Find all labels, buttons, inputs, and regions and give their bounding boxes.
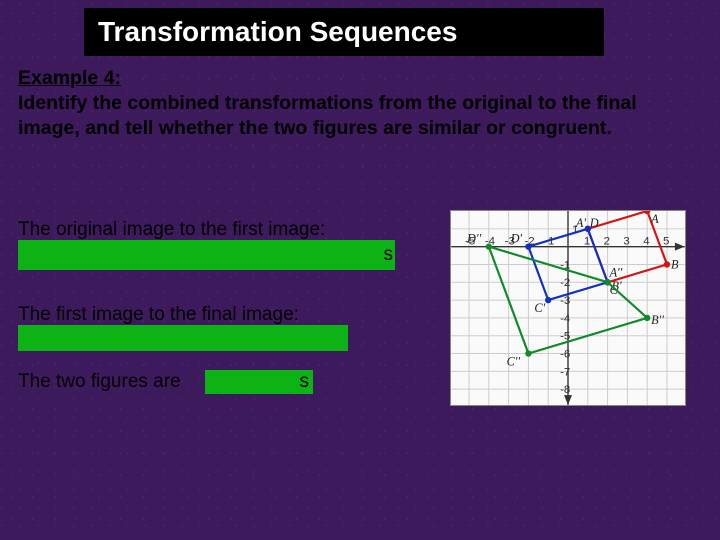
svg-text:1: 1 [584, 236, 590, 248]
svg-text:B: B [671, 257, 679, 271]
svg-text:C'': C'' [507, 354, 521, 368]
svg-text:B'': B'' [651, 313, 664, 327]
svg-text:3: 3 [623, 236, 629, 248]
conclusion-answer-tail: s [300, 371, 314, 393]
svg-text:D'': D'' [466, 232, 481, 246]
svg-text:-4: -4 [560, 313, 571, 325]
svg-text:A': A' [575, 216, 586, 230]
svg-text:A: A [650, 212, 659, 226]
svg-text:-7: -7 [560, 366, 570, 378]
svg-text:C': C' [534, 301, 545, 315]
svg-text:A'': A'' [609, 265, 623, 279]
conclusion-answer-cover: s [205, 370, 313, 394]
step1-intro: The original image to the first image: [18, 218, 325, 243]
example-label: Example 4: [18, 67, 121, 89]
svg-text:-8: -8 [560, 384, 570, 396]
prompt-text: Identify the combined transformations fr… [18, 92, 637, 139]
slide-title-bar: Transformation Sequences [84, 8, 604, 56]
conclusion-prefix: The two figures are [18, 371, 181, 392]
coordinate-graph: -5-4 -3-2 -1 12 34 5 1 -1-2 -3-4 -5-6 -7… [450, 210, 686, 406]
graph-svg: -5-4 -3-2 -1 12 34 5 1 -1-2 -3-4 -5-6 -7… [451, 211, 685, 405]
svg-text:5: 5 [663, 236, 669, 248]
step1-answer-tail: s [384, 244, 396, 266]
slide-title: Transformation Sequences [98, 16, 457, 48]
svg-text:D': D' [510, 232, 523, 246]
step2-intro: The first image to the final image: [18, 303, 299, 328]
step1-answer-cover: Rotation of 90° about the y-axis [18, 240, 395, 270]
step2-answer-cover [18, 325, 348, 351]
svg-text:-2: -2 [560, 277, 570, 289]
svg-text:4: 4 [643, 236, 650, 248]
svg-text:2: 2 [604, 236, 610, 248]
conclusion: The two figures are [18, 370, 181, 395]
example-prompt: Example 4: Identify the combined transfo… [18, 66, 702, 141]
svg-text:-6: -6 [560, 348, 570, 360]
